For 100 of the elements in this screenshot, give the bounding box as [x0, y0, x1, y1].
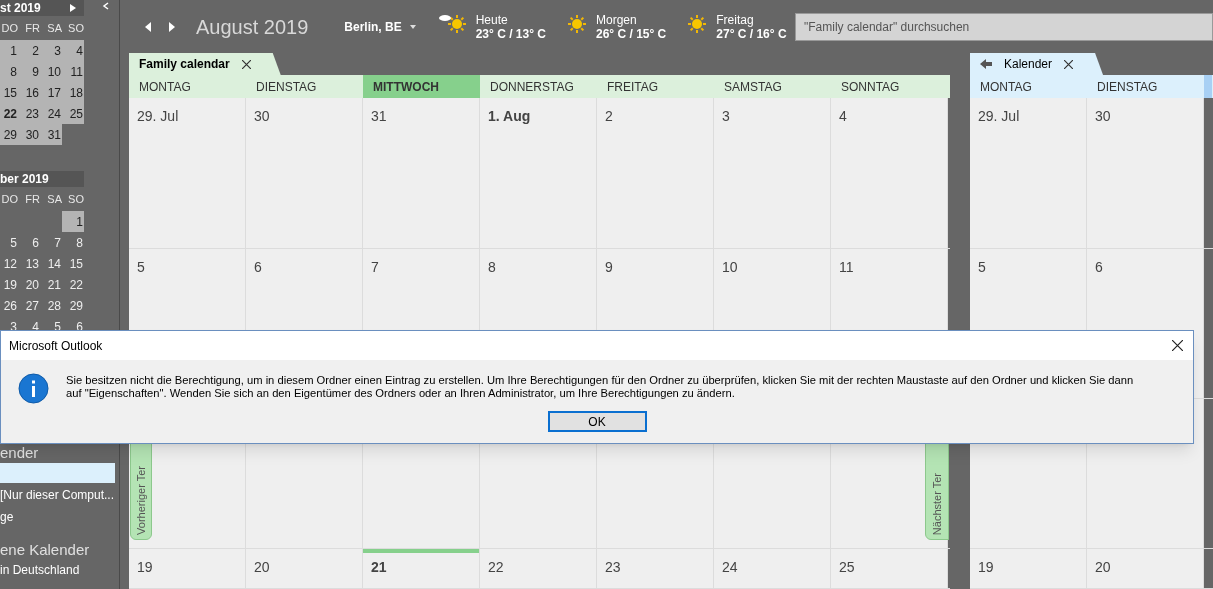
forecast-temperature: 26° C / 15° C	[596, 26, 667, 41]
forecast-temperature: 23° C / 13° C	[475, 26, 546, 41]
mini-calendar-cell[interactable]: 6	[18, 232, 40, 253]
day-cell[interactable]: 29. Jul	[970, 98, 1087, 248]
mini-calendar-cell[interactable]: 20	[18, 274, 40, 295]
mini-calendar-cell[interactable]: 25	[62, 103, 84, 124]
sun-icon	[566, 12, 588, 35]
mini-calendar-cell[interactable]: 29	[0, 124, 18, 145]
day-cell[interactable]: 19	[970, 549, 1087, 588]
mini-calendar-cell[interactable]: 8	[62, 232, 84, 253]
day-cell[interactable]: 31	[363, 98, 480, 248]
forecast-temperature: 27° C / 16° C	[716, 26, 787, 41]
day-cell[interactable]: 25	[831, 549, 948, 588]
mini-calendar-cell[interactable]: 28	[40, 295, 62, 316]
folder-item[interactable]: in Deutschland	[0, 560, 115, 580]
month-title: August 2019	[196, 14, 309, 40]
weekday-header: SONNTAG	[840, 78, 901, 96]
mini-calendar-cell[interactable]: 13	[18, 253, 40, 274]
mini-calendar-cell[interactable]: 4	[62, 40, 84, 61]
weekday-header: SA	[46, 20, 62, 36]
search-field[interactable]: "Family calendar" durchsuchen	[795, 12, 1213, 41]
weekday-header: DO	[0, 191, 18, 207]
sun-cloud-icon	[437, 12, 468, 35]
mini-calendar-cell[interactable]: 7	[40, 232, 62, 253]
back-arrow-icon[interactable]	[980, 59, 992, 69]
mini-calendar-cell[interactable]: 30	[18, 124, 40, 145]
mini-calendar-cell[interactable]: 23	[18, 103, 40, 124]
mini-calendar-cell[interactable]: 1	[62, 211, 84, 232]
next-arrow-icon[interactable]	[168, 21, 176, 32]
folder-item[interactable]: ge	[0, 507, 115, 527]
weekday-header: SAMSTAG	[723, 78, 783, 96]
forecast-day: Freitag	[716, 12, 787, 27]
close-icon[interactable]	[1172, 340, 1183, 351]
weekday-header: MITTWOCH	[363, 75, 480, 98]
ok-button[interactable]: OK	[547, 411, 647, 432]
mini-calendar-cell[interactable]: 17	[40, 82, 62, 103]
day-cell[interactable]: 3	[714, 98, 831, 248]
mini-calendar-cell[interactable]: 2	[18, 40, 40, 61]
mini-calendar-cell[interactable]: 3	[40, 40, 62, 61]
info-icon	[18, 373, 49, 404]
weekday-header: FR	[24, 20, 40, 36]
day-cell[interactable]: 23	[597, 549, 714, 588]
mini-calendar-cell[interactable]: 12	[0, 253, 18, 274]
day-cell[interactable]: 30	[246, 98, 363, 248]
forecast-day: Heute	[475, 12, 546, 27]
weekday-header: MONTAG	[979, 78, 1033, 96]
mini-calendar-cell[interactable]: 26	[0, 295, 18, 316]
calendar-tab[interactable]: Kalender	[970, 53, 1104, 75]
mini-calendar-cell[interactable]: 27	[18, 295, 40, 316]
weekday-header: DIENSTAG	[255, 78, 318, 96]
mini-calendar-cell[interactable]: 21	[40, 274, 62, 295]
month-title: ber 2019	[0, 171, 49, 188]
mini-calendar-cell[interactable]: 22	[0, 103, 18, 124]
day-cell[interactable]: 4	[831, 98, 948, 248]
weekday-header: SO	[67, 191, 84, 207]
previous-arrow-icon[interactable]	[144, 21, 152, 32]
day-cell[interactable]: 30	[1087, 98, 1204, 248]
mini-calendar-cell[interactable]: 15	[62, 253, 84, 274]
mini-calendar-cell[interactable]: 10	[40, 61, 62, 82]
weekday-header: DONNERSTAG	[489, 78, 575, 96]
calendar-tab[interactable]: Family calendar	[129, 53, 281, 75]
mini-calendar-cell[interactable]: 15	[0, 82, 18, 103]
mini-calendar-cell[interactable]: 24	[40, 103, 62, 124]
day-cell[interactable]: 2	[597, 98, 714, 248]
weekday-header: SA	[46, 191, 62, 207]
mini-calendar-cell[interactable]: 14	[40, 253, 62, 274]
day-cell[interactable]: 29. Jul	[129, 98, 246, 248]
mini-calendar-cell[interactable]: 5	[0, 232, 18, 253]
day-cell[interactable]: 22	[480, 549, 597, 588]
mini-calendar-cell[interactable]: 22	[62, 274, 84, 295]
section-heading[interactable]: ene Kalender	[0, 541, 90, 558]
location-dropdown[interactable]: Berlin, BE	[344, 17, 416, 36]
mini-calendar-cell[interactable]: 31	[40, 124, 62, 145]
mini-calendar-cell[interactable]: 1	[0, 40, 18, 61]
mini-calendar-cell[interactable]: 16	[18, 82, 40, 103]
section-heading[interactable]: ender	[0, 444, 39, 461]
mini-calendar-cell[interactable]: 8	[0, 61, 18, 82]
day-cell[interactable]: 1. Aug	[480, 98, 597, 248]
weekday-header: MONTAG	[138, 78, 192, 96]
weekday-header: FREITAG	[606, 78, 660, 96]
day-cell[interactable]: 20	[246, 549, 363, 588]
folder-item[interactable]: [Nur dieser Comput...	[0, 485, 115, 505]
day-cell[interactable]: 24	[714, 549, 831, 588]
caret-icon	[409, 24, 416, 29]
day-cell[interactable]: 21	[363, 549, 480, 588]
mini-calendar-cell[interactable]: 29	[62, 295, 84, 316]
mini-calendar-cell[interactable]: 11	[62, 61, 84, 82]
forecast-day: Morgen	[596, 12, 667, 27]
next-arrow-icon[interactable]	[70, 4, 76, 12]
mini-calendar-cell[interactable]: 19	[0, 274, 18, 295]
mini-calendar-cell[interactable]: 9	[18, 61, 40, 82]
month-title: st 2019	[0, 0, 41, 17]
weekday-header: DO	[0, 20, 18, 36]
weekday-header: DIENSTAG	[1096, 78, 1159, 96]
close-icon[interactable]	[241, 59, 251, 69]
day-cell[interactable]: 20	[1087, 549, 1204, 588]
mini-calendar-cell[interactable]: 18	[62, 82, 84, 103]
day-cell[interactable]: 19	[129, 549, 246, 588]
close-icon[interactable]	[1064, 59, 1074, 69]
weekday-header	[1204, 75, 1212, 98]
